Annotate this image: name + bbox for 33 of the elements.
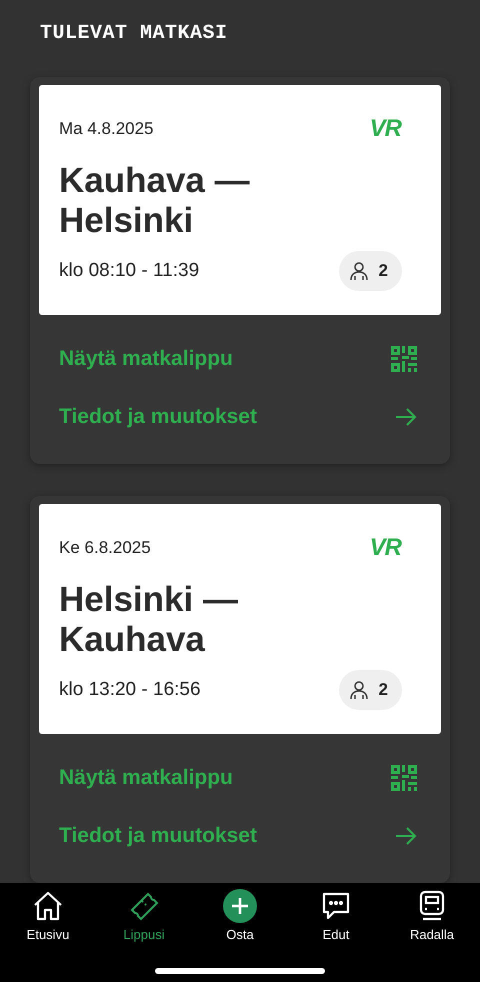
nav-tab[interactable]: Edut bbox=[288, 889, 384, 942]
passenger-badge: 2 bbox=[338, 670, 402, 710]
plus-icon bbox=[223, 889, 257, 923]
section-heading: TULEVAT MATKASI bbox=[40, 22, 228, 45]
trip-time: klo 13:20 - 16:56 bbox=[59, 679, 201, 701]
arrow-right-icon bbox=[395, 408, 417, 426]
chat-icon bbox=[320, 890, 352, 922]
trip-route: Kauhava — Helsinki bbox=[59, 161, 251, 241]
nav-tab[interactable]: Etusivu bbox=[0, 889, 96, 942]
nav-tab[interactable]: Osta bbox=[192, 889, 288, 942]
trip-date: Ma 4.8.2025 bbox=[59, 119, 154, 139]
show-ticket-link[interactable]: Näytä matkalippu bbox=[59, 347, 233, 371]
details-link[interactable]: Tiedot ja muutokset bbox=[59, 824, 257, 848]
trip-card[interactable]: Ma 4.8.2025 VR Kauhava — Helsinki klo 08:10 - 11:39 2 bbox=[39, 85, 441, 315]
ticket-icon bbox=[128, 890, 160, 922]
trip-time: klo 08:10 - 11:39 bbox=[59, 260, 200, 282]
person-icon bbox=[348, 261, 369, 281]
operator-logo: VR bbox=[370, 534, 401, 562]
arrow-right-icon bbox=[395, 827, 417, 845]
trip-date: Ke 6.8.2025 bbox=[59, 538, 151, 558]
qr-code-icon bbox=[391, 765, 417, 791]
nav-tab[interactable]: Lippusi bbox=[96, 889, 192, 942]
nav-tab[interactable]: Radalla bbox=[384, 889, 480, 942]
details-link[interactable]: Tiedot ja muutokset bbox=[59, 405, 257, 429]
qr-code-icon bbox=[391, 346, 417, 372]
trip-card[interactable]: Ke 6.8.2025 VR Helsinki — Kauhava klo 13:20 - 16:56 2 bbox=[39, 504, 441, 734]
trip-route: Helsinki — Kauhava bbox=[59, 580, 239, 660]
home-indicator[interactable] bbox=[155, 968, 325, 974]
passenger-badge: 2 bbox=[338, 251, 402, 291]
home-icon bbox=[32, 890, 64, 922]
operator-logo: VR bbox=[370, 115, 401, 143]
person-icon bbox=[348, 680, 369, 700]
show-ticket-link[interactable]: Näytä matkalippu bbox=[59, 766, 233, 790]
